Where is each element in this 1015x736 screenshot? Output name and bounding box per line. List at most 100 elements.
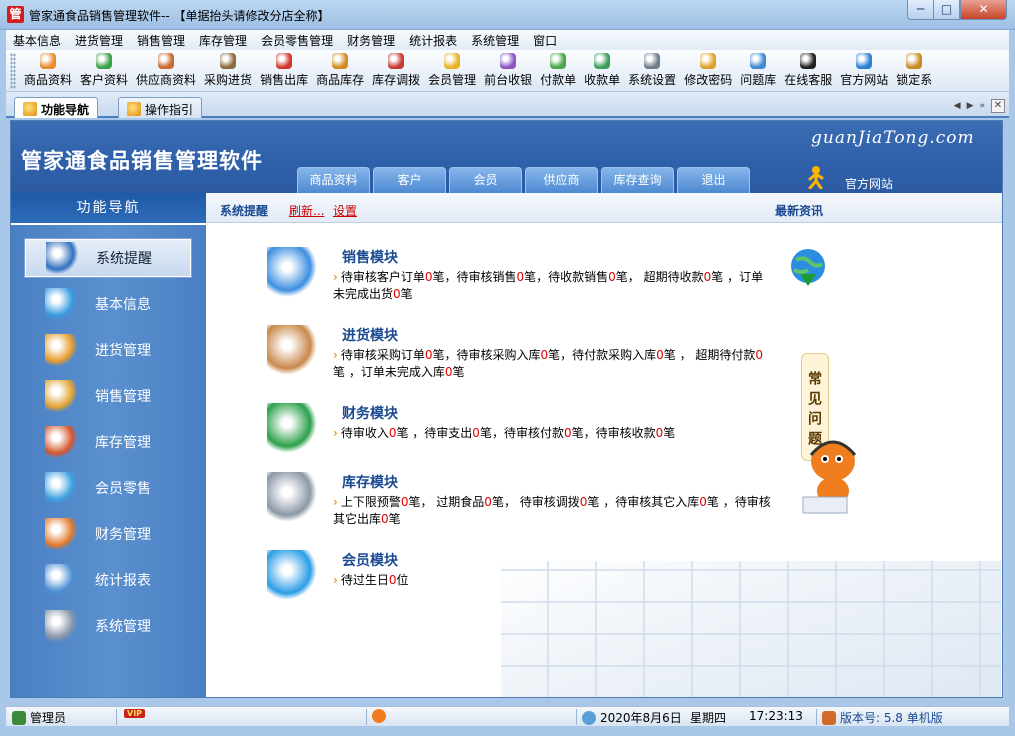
menu-bar: 基本信息 进货管理 销售管理 库存管理 会员零售管理 财务管理 统计报表 系统管理 窗口 — [6, 30, 1009, 50]
count-value: 0 — [472, 426, 480, 440]
sidebar-item[interactable]: 销售管理 — [25, 377, 191, 415]
menu-item[interactable]: 财务管理 — [340, 32, 402, 49]
description-text: 笔， 待审核调拨 — [491, 495, 580, 509]
banner-tab[interactable]: 供应商 — [525, 167, 598, 193]
description-text: 笔 — [663, 426, 676, 440]
toolbar-button[interactable]: 销售出库 — [256, 50, 312, 91]
tab-list-icon[interactable]: » — [979, 101, 985, 111]
module-title[interactable]: 会员模块 — [342, 550, 398, 570]
banner-tab[interactable]: 库存查询 — [601, 167, 674, 193]
main-panel: 管家通食品销售管理软件 guanJiaTong.com 商品资料 客户 会员 供应商库… — [10, 120, 1003, 698]
sidebar-item[interactable]: 进货管理 — [25, 331, 191, 369]
banner-tab[interactable]: 客户 — [373, 167, 446, 193]
toolbar-button[interactable]: 商品库存 — [312, 50, 368, 91]
toolbar-button[interactable]: 官方网站 — [836, 50, 892, 91]
tab-function-nav[interactable]: 功能导航 — [14, 97, 99, 118]
close-button[interactable]: ✕ — [960, 0, 1007, 20]
toolbar-grip[interactable] — [10, 53, 16, 89]
toolbar-button[interactable]: 收款单 — [580, 50, 624, 91]
count-value: 0 — [516, 270, 525, 284]
toolbar-button[interactable]: 客户资料 — [76, 50, 132, 91]
menu-item[interactable]: 系统管理 — [464, 32, 526, 49]
sidebar-item[interactable]: 系统管理 — [25, 607, 191, 645]
menu-item[interactable]: 窗口 — [526, 32, 564, 49]
toolbar-button[interactable]: 修改密码 — [680, 50, 736, 91]
toolbar-button[interactable]: 在线客服 — [780, 50, 836, 91]
sidebar-item[interactable]: 统计报表 — [25, 561, 191, 599]
status-divider — [816, 709, 817, 725]
sidebar-item[interactable]: 库存管理 — [25, 423, 191, 461]
menu-item[interactable]: 统计报表 — [402, 32, 464, 49]
banner-tab[interactable]: 商品资料 — [297, 167, 370, 193]
toolbar-button[interactable]: 前台收银 — [480, 50, 536, 91]
settings-link[interactable]: 设置 — [333, 202, 357, 219]
status-support[interactable] — [372, 709, 386, 723]
maximize-button[interactable]: □ — [933, 0, 960, 20]
toolbar-label: 销售出库 — [260, 73, 309, 87]
refresh-link[interactable]: 刷新... — [289, 202, 324, 219]
menu-item[interactable]: 基本信息 — [6, 32, 68, 49]
inventory-icon — [332, 53, 349, 69]
menu-item[interactable]: 会员零售管理 — [254, 32, 340, 49]
description-text: 笔 ，订单未完成入库 — [333, 365, 445, 379]
description-text: 待过生日 — [340, 573, 389, 587]
toolbar-label: 收款单 — [584, 73, 621, 87]
toolbar-button[interactable]: 商品资料 — [20, 50, 76, 91]
banner-tab[interactable]: 退出 — [677, 167, 750, 193]
tab-close-icon[interactable]: ✕ — [991, 99, 1005, 113]
toolbar-button[interactable]: 系统设置 — [624, 50, 680, 91]
sidebar-item-label: 统计报表 — [95, 573, 151, 589]
sidebar-item[interactable]: 基本信息 — [25, 285, 191, 323]
member-icon — [444, 53, 461, 69]
sidebar-item-label: 基本信息 — [95, 297, 151, 313]
toolbar-button[interactable]: 问题库 — [736, 50, 780, 91]
toolbar-button[interactable]: 供应商资料 — [132, 50, 200, 91]
tab-scroll-right-icon[interactable]: ▶ — [967, 101, 974, 111]
sidebar-item[interactable]: 会员零售 — [25, 469, 191, 507]
toolbar-button[interactable]: 库存调拨 — [368, 50, 424, 91]
module-title[interactable]: 进货模块 — [342, 325, 398, 345]
tab-scroll-left-icon[interactable]: ◀ — [954, 101, 961, 111]
banner-tab[interactable]: 会员 — [449, 167, 522, 193]
globe-download-icon[interactable] — [786, 246, 830, 290]
count-value: 0 — [563, 426, 572, 440]
count-value: 0 — [484, 495, 492, 509]
official-site-link[interactable]: 官方网站 — [845, 175, 893, 192]
sidebar-item[interactable]: 系统提醒 — [25, 239, 191, 277]
tab-operation-guide[interactable]: 操作指引 — [118, 97, 203, 118]
count-value: 0 — [699, 495, 707, 509]
sidebar-item-label: 进货管理 — [95, 343, 151, 359]
bullet-icon: › — [333, 348, 338, 362]
toolbar-button[interactable]: 付款单 — [536, 50, 580, 91]
person-icon[interactable] — [805, 165, 827, 189]
status-vip: VIP — [124, 709, 146, 718]
toolbar-button[interactable]: 锁定系 — [892, 50, 936, 91]
menu-item[interactable]: 库存管理 — [192, 32, 254, 49]
toolbar-label: 问题库 — [740, 73, 777, 87]
star-icon — [23, 102, 37, 116]
support-mascot-icon[interactable] — [795, 421, 865, 521]
cubes-icon — [45, 288, 77, 320]
description-text: 笔 ，待审核其它入库 — [587, 495, 700, 509]
toolbar-button[interactable]: 会员管理 — [424, 50, 480, 91]
sidebar-item-label: 会员零售 — [95, 481, 151, 497]
support-icon — [372, 709, 386, 723]
sidebar-item-label: 系统提醒 — [96, 251, 152, 267]
tab-controls: ◀ ▶ » ✕ — [954, 99, 1005, 113]
sidebar-item[interactable]: 财务管理 — [25, 515, 191, 553]
toolbar-label: 供应商资料 — [136, 73, 197, 87]
minimize-button[interactable]: ─ — [907, 0, 934, 20]
toolbar-label: 库存调拨 — [372, 73, 421, 87]
ie-icon — [856, 53, 873, 69]
module-title[interactable]: 库存模块 — [342, 472, 398, 492]
menu-item[interactable]: 销售管理 — [130, 32, 192, 49]
toolbar-button[interactable]: 采购进货 — [200, 50, 256, 91]
box-icon — [267, 325, 317, 375]
settings-icon — [644, 53, 661, 69]
toolbar-label: 修改密码 — [684, 73, 733, 87]
menu-item[interactable]: 进货管理 — [68, 32, 130, 49]
tab-label: 操作指引 — [145, 102, 194, 117]
module-title[interactable]: 财务模块 — [342, 403, 398, 423]
module-title[interactable]: 销售模块 — [342, 247, 398, 267]
description-text: 笔， 过期食品 — [408, 495, 485, 509]
